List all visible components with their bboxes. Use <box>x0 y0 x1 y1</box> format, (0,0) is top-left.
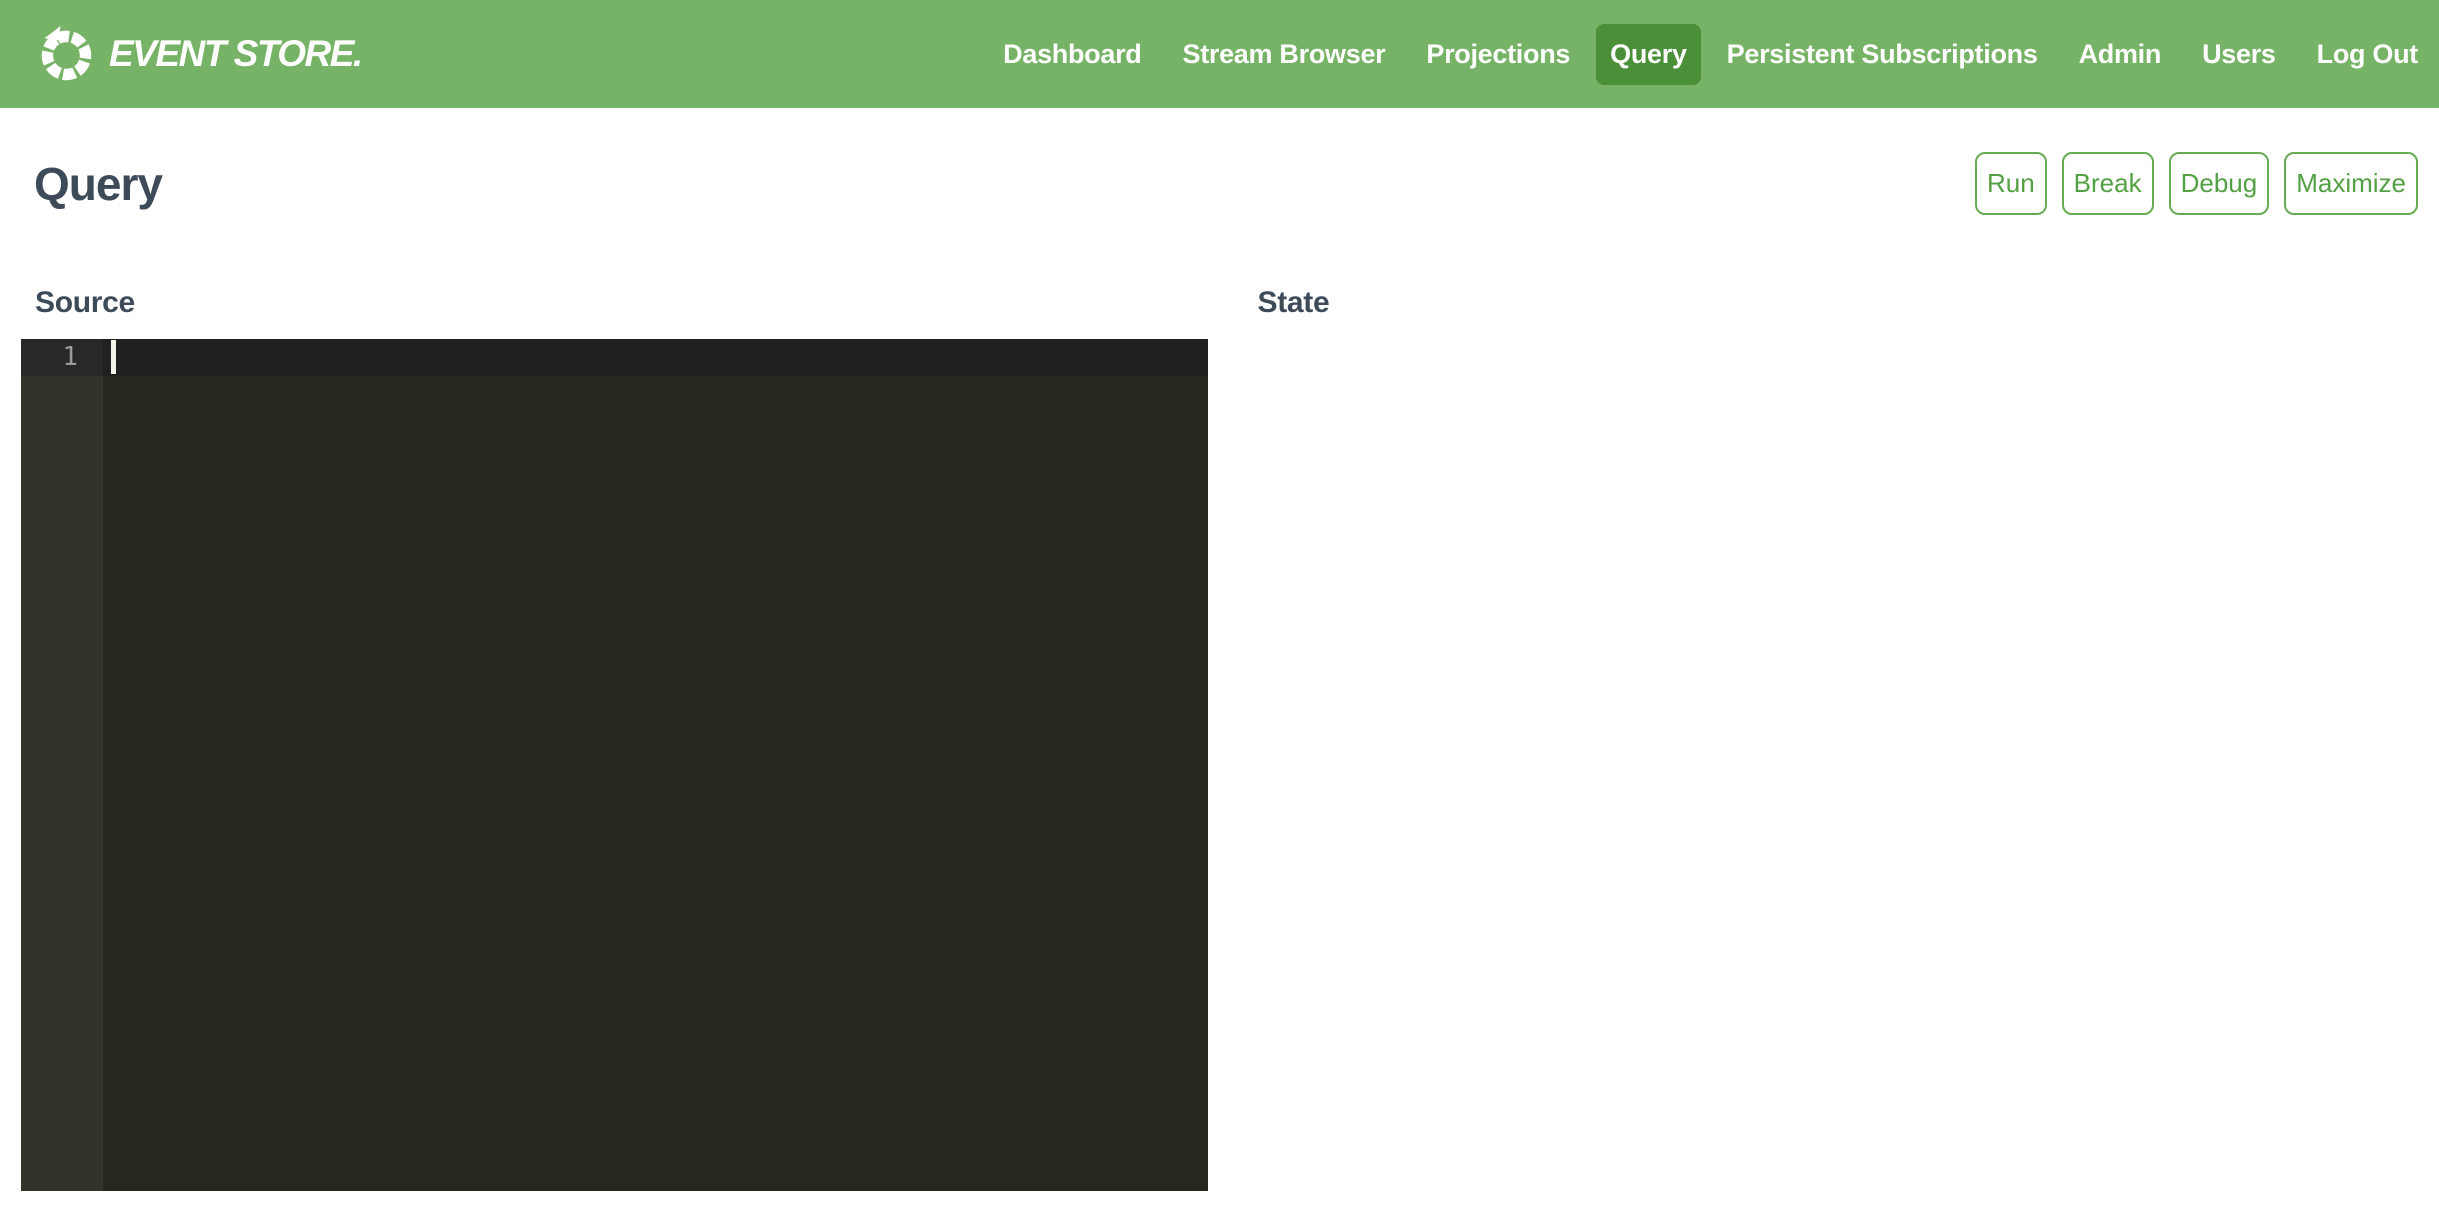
nav-links: Dashboard Stream Browser Projections Que… <box>1003 24 2418 85</box>
nav-item-projections[interactable]: Projections <box>1426 24 1570 85</box>
state-panel: State <box>1220 286 2419 439</box>
query-toolbar: Run Break Debug Maximize <box>1975 152 2418 215</box>
nav-item-users[interactable]: Users <box>2202 24 2276 85</box>
brand[interactable]: EVENT STORE. <box>35 24 362 85</box>
nav-item-dashboard[interactable]: Dashboard <box>1003 24 1141 85</box>
nav-item-admin[interactable]: Admin <box>2079 24 2162 85</box>
nav-item-stream-browser[interactable]: Stream Browser <box>1182 24 1385 85</box>
run-button[interactable]: Run <box>1975 152 2047 215</box>
nav-item-persistent-subscriptions[interactable]: Persistent Subscriptions <box>1727 24 2038 85</box>
debug-button[interactable]: Debug <box>2169 152 2270 215</box>
text-cursor <box>111 340 116 374</box>
editor-line-number: 1 <box>21 339 103 376</box>
editor-gutter <box>21 376 103 1191</box>
editor-active-line: 1 <box>21 339 1208 376</box>
state-content <box>1220 339 2419 439</box>
page-title: Query <box>34 157 162 211</box>
source-label: Source <box>35 286 1220 320</box>
nav-item-log-out[interactable]: Log Out <box>2317 24 2418 85</box>
query-source-editor[interactable]: 1 <box>21 339 1208 1191</box>
break-button[interactable]: Break <box>2062 152 2154 215</box>
editor-background <box>103 376 1208 1191</box>
editor-line-content <box>103 339 1208 376</box>
nav-item-query[interactable]: Query <box>1596 24 1701 85</box>
brand-wordmark: EVENT STORE. <box>109 33 362 75</box>
event-store-logo-icon <box>35 24 96 85</box>
editor-empty-area <box>21 376 1208 1191</box>
state-label: State <box>1258 286 2419 320</box>
source-panel: Source 1 <box>21 286 1220 1191</box>
page-header: Query Run Break Debug Maximize <box>34 152 2418 215</box>
top-navbar: EVENT STORE. Dashboard Stream Browser Pr… <box>0 0 2439 108</box>
maximize-button[interactable]: Maximize <box>2284 152 2418 215</box>
main-content: Source 1 State <box>0 286 2439 1191</box>
